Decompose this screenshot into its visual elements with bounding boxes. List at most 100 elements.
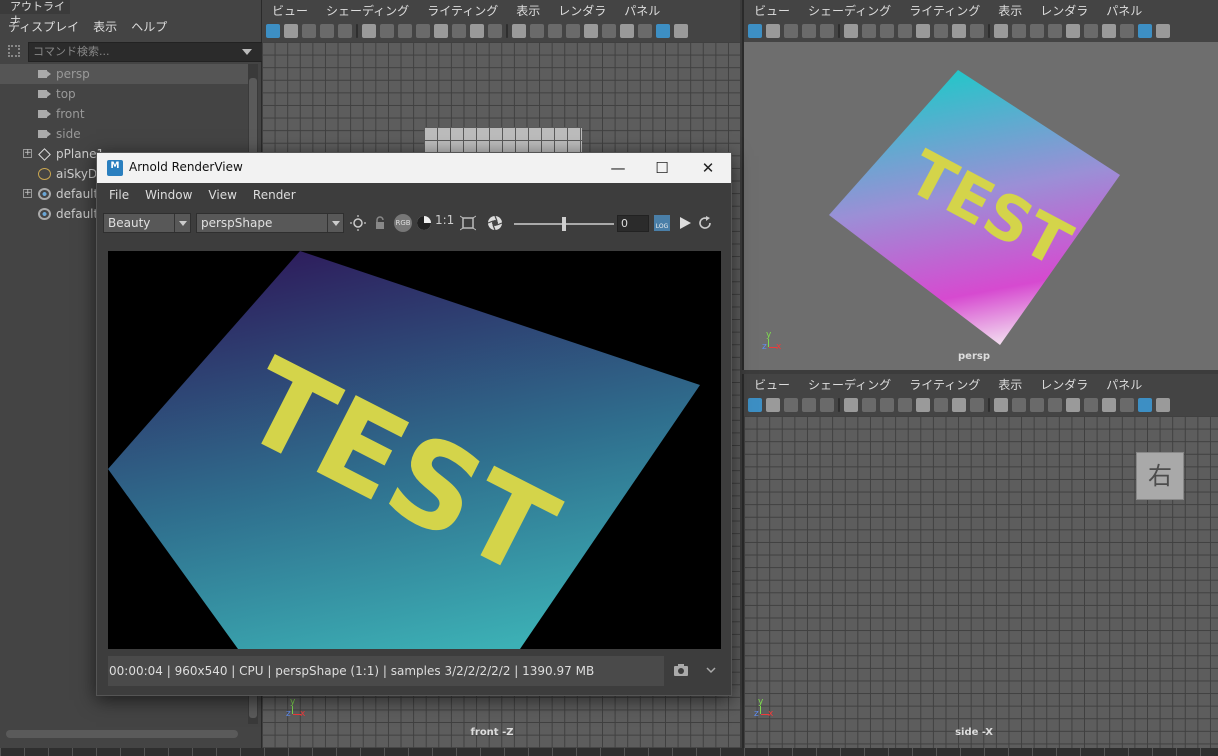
menu-view[interactable]: ビュー	[272, 2, 308, 19]
menu-render[interactable]: Render	[253, 188, 296, 202]
camera-attributes-icon[interactable]	[766, 398, 780, 412]
paint-icon[interactable]	[970, 24, 984, 38]
safe-title-icon[interactable]	[452, 24, 466, 38]
smooth-shade-icon[interactable]	[1030, 398, 1044, 412]
camera-attributes-icon[interactable]	[284, 24, 298, 38]
camera-select[interactable]: perspShape	[196, 213, 344, 233]
select-camera-icon[interactable]	[748, 24, 762, 38]
window-titlebar[interactable]: M Arnold RenderView — ☐ ✕	[97, 153, 731, 183]
xray-icon[interactable]	[1120, 24, 1134, 38]
menu-lighting[interactable]: ライティング	[909, 2, 980, 19]
render-canvas[interactable]: TEST	[108, 251, 721, 649]
exposure-input[interactable]: 0	[617, 215, 649, 232]
grid-icon[interactable]	[512, 24, 526, 38]
bookmark-icon[interactable]	[302, 24, 316, 38]
resolution-gate-icon[interactable]	[862, 24, 876, 38]
grease-pencil-icon[interactable]	[820, 24, 834, 38]
field-chart-icon[interactable]	[898, 24, 912, 38]
menu-lighting[interactable]: ライティング	[427, 2, 498, 19]
chevron-down-icon[interactable]	[242, 49, 252, 55]
menu-shading[interactable]: シェーディング	[326, 2, 409, 19]
refresh-icon[interactable]	[697, 215, 713, 231]
gate-mask-icon[interactable]	[398, 24, 412, 38]
outliner-item-persp[interactable]: persp	[0, 64, 250, 84]
shadows-icon[interactable]	[1102, 398, 1116, 412]
menu-panels[interactable]: パネル	[624, 2, 660, 19]
outliner-item-front[interactable]: front	[0, 104, 250, 124]
safe-action-icon[interactable]	[916, 398, 930, 412]
menu-show[interactable]: 表示	[93, 18, 117, 35]
smooth-shade-icon[interactable]	[1030, 24, 1044, 38]
wireframe-on-shaded-icon[interactable]	[1048, 24, 1062, 38]
safe-action-icon[interactable]	[916, 24, 930, 38]
wireframe-on-shaded-icon[interactable]	[566, 24, 580, 38]
menu-show[interactable]: 表示	[998, 2, 1022, 19]
isolate-select-icon[interactable]	[656, 24, 670, 38]
render-play-icon[interactable]	[677, 215, 693, 231]
menu-view[interactable]: ビュー	[754, 376, 790, 393]
lighting-icon[interactable]	[602, 24, 616, 38]
menu-file[interactable]: File	[109, 188, 129, 202]
menu-renderer[interactable]: レンダラ	[1040, 2, 1088, 19]
image-plane-icon[interactable]	[320, 24, 334, 38]
menu-panels[interactable]: パネル	[1106, 2, 1142, 19]
bookmark-icon[interactable]	[784, 24, 798, 38]
exposure-slider-handle[interactable]	[562, 217, 566, 231]
expand-icon[interactable]: +	[23, 189, 32, 198]
menu-lighting[interactable]: ライティング	[909, 376, 980, 393]
menu-help[interactable]: ヘルプ	[131, 18, 167, 35]
wireframe-icon[interactable]	[1012, 398, 1026, 412]
crop-region-icon[interactable]	[460, 215, 476, 231]
resolution-gate-icon[interactable]	[862, 398, 876, 412]
isolate-select-icon[interactable]	[1138, 398, 1152, 412]
isolate-select-icon[interactable]	[1138, 24, 1152, 38]
resolution-gate-icon[interactable]	[380, 24, 394, 38]
select-camera-icon[interactable]	[266, 24, 280, 38]
xray-icon[interactable]	[1120, 398, 1134, 412]
bookmark-icon[interactable]	[784, 398, 798, 412]
outliner-horizontal-scrollbar[interactable]	[6, 730, 238, 738]
safe-title-icon[interactable]	[934, 24, 948, 38]
menu-display[interactable]: ディスプレイ	[8, 18, 79, 35]
film-gate-icon[interactable]	[844, 24, 858, 38]
gate-mask-icon[interactable]	[880, 24, 894, 38]
smooth-shade-icon[interactable]	[548, 24, 562, 38]
xray-icon[interactable]	[638, 24, 652, 38]
menu-show[interactable]: 表示	[516, 2, 540, 19]
time-slider[interactable]	[0, 748, 1218, 756]
viewport-side[interactable]: ビュー シェーディング ライティング 表示 レンダラ パネル 右 y z x s…	[742, 374, 1218, 748]
minimize-button[interactable]: —	[595, 153, 641, 183]
command-search-input[interactable]: コマンド検索...	[28, 42, 264, 62]
lock-icon[interactable]	[372, 215, 388, 231]
menu-show[interactable]: 表示	[998, 376, 1022, 393]
outliner-item-top[interactable]: top	[0, 84, 250, 104]
shadows-icon[interactable]	[1102, 24, 1116, 38]
sun-icon[interactable]	[350, 215, 366, 231]
menu-window[interactable]: Window	[145, 188, 192, 202]
grease-pencil-icon[interactable]	[338, 24, 352, 38]
menu-renderer[interactable]: レンダラ	[1040, 376, 1088, 393]
paint-icon[interactable]	[970, 398, 984, 412]
image-plane-icon[interactable]	[802, 398, 816, 412]
select-camera-icon[interactable]	[748, 398, 762, 412]
safe-title-icon[interactable]	[934, 398, 948, 412]
menu-view[interactable]: ビュー	[754, 2, 790, 19]
log-button[interactable]: LOG	[654, 215, 670, 231]
shadows-icon[interactable]	[620, 24, 634, 38]
film-gate-icon[interactable]	[362, 24, 376, 38]
pan-zoom-icon[interactable]	[952, 398, 966, 412]
chevron-down-icon[interactable]	[705, 665, 717, 675]
frame-select-icon[interactable]	[8, 45, 20, 57]
textured-icon[interactable]	[1066, 398, 1080, 412]
ambient-occlusion-icon[interactable]	[1156, 398, 1170, 412]
field-chart-icon[interactable]	[898, 398, 912, 412]
lighting-icon[interactable]	[1084, 24, 1098, 38]
safe-action-icon[interactable]	[434, 24, 448, 38]
textured-icon[interactable]	[584, 24, 598, 38]
ambient-occlusion-icon[interactable]	[674, 24, 688, 38]
aperture-icon[interactable]	[487, 215, 503, 231]
view-orientation-button[interactable]: 右	[1136, 452, 1184, 500]
menu-shading[interactable]: シェーディング	[808, 2, 891, 19]
arnold-renderview-window[interactable]: M Arnold RenderView — ☐ ✕ File Window Vi…	[96, 152, 732, 696]
expand-icon[interactable]: +	[23, 149, 32, 158]
